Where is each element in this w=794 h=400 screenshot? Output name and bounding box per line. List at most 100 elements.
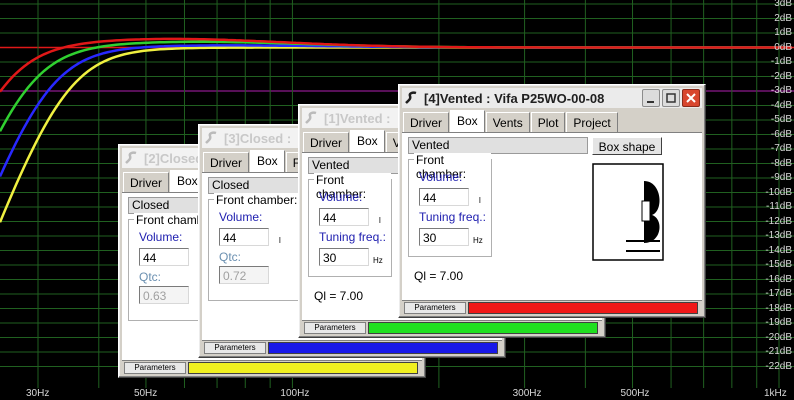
status-bar: Parameters [122, 360, 422, 374]
y-tick-label: -20dB [765, 331, 792, 343]
y-tick-label: -19dB [765, 317, 792, 328]
app-icon [205, 131, 217, 144]
curve-color-bar[interactable] [468, 302, 698, 314]
volume-label: Volume: [419, 170, 463, 184]
y-tick-label: -4dB [770, 99, 792, 111]
x-tick-label: 500Hz [620, 388, 650, 399]
parameters-button[interactable]: Parameters [124, 362, 186, 374]
tab-box[interactable]: Box [250, 150, 285, 173]
volume-input[interactable]: 44 [219, 228, 269, 246]
maximize-icon [666, 93, 676, 103]
tuning-unit: Hz [473, 236, 483, 245]
y-tick-label: -6dB [770, 128, 792, 140]
volume-input[interactable]: 44 [319, 208, 369, 226]
y-tick-label: -22dB [765, 360, 792, 372]
app-icon [405, 91, 417, 104]
x-tick-label: 30Hz [26, 388, 50, 399]
window-title: [3]Closed : [224, 130, 292, 146]
parameters-button[interactable]: Parameters [304, 322, 366, 334]
y-tick-label: -1dB [770, 56, 792, 67]
tuning-label: Tuning freq.: [419, 210, 486, 224]
window-controls [642, 89, 700, 107]
y-tick-label: -7dB [770, 143, 792, 154]
box-shape-field: Vented [408, 137, 588, 154]
minimize-icon [647, 101, 654, 103]
minimize-button[interactable] [642, 89, 660, 107]
volume-input[interactable]: 44 [419, 188, 469, 206]
app-icon [125, 151, 137, 164]
x-tick-label: 300Hz [512, 388, 542, 399]
volume-unit: l [279, 236, 281, 245]
box-shape-diagram [592, 163, 664, 261]
tab-box[interactable]: Box [450, 110, 485, 133]
tuning-input[interactable]: 30 [319, 248, 369, 266]
curve-color-bar[interactable] [188, 362, 418, 374]
y-tick-label: 2dB [774, 12, 792, 24]
qtc-input[interactable]: 0.72 [219, 266, 269, 284]
status-bar: Parameters [402, 300, 702, 314]
window-title: [1]Vented : [324, 110, 391, 126]
y-tick-label: -5dB [770, 114, 792, 125]
close-button[interactable] [682, 89, 700, 107]
group-title: Front chamber: [214, 193, 300, 207]
tab-driver[interactable]: Driver [403, 112, 449, 133]
maximize-button[interactable] [662, 89, 680, 107]
tuning-label: Tuning freq.: [319, 230, 386, 244]
y-tick-label: -2dB [770, 70, 792, 82]
status-bar: Parameters [302, 320, 602, 334]
volume-unit: l [479, 196, 481, 205]
y-tick-label: -8dB [770, 157, 792, 169]
tab-driver[interactable]: Driver [123, 172, 169, 193]
y-tick-label: -15dB [765, 259, 792, 270]
y-tick-label: -10dB [765, 186, 792, 198]
window-4-titlebar[interactable]: [4]Vented : Vifa P25WO-00-08 [402, 88, 702, 108]
status-bar: Parameters [202, 340, 502, 354]
volume-label: Volume: [219, 210, 263, 224]
tab-plot[interactable]: Plot [530, 112, 566, 133]
ql-value: Ql = 7.00 [314, 289, 364, 303]
qtc-input[interactable]: 0.63 [139, 286, 189, 304]
parameters-button[interactable]: Parameters [204, 342, 266, 354]
tab-box[interactable]: Box [350, 130, 385, 153]
x-tick-label: 100Hz [280, 388, 310, 399]
tuning-unit: Hz [373, 256, 383, 265]
front-chamber-group: Front chamber: Volume: 44 l Tuning freq.… [308, 173, 392, 277]
y-tick-label: -17dB [765, 288, 792, 299]
qtc-label: Qtc: [219, 250, 242, 264]
x-tick-label: 1kHz [764, 388, 787, 399]
y-tick-label: -18dB [765, 302, 792, 314]
y-tick-label: -3dB [770, 85, 792, 96]
y-tick-label: -13dB [765, 230, 792, 241]
tab-driver[interactable]: Driver [203, 152, 249, 173]
tuning-input[interactable]: 30 [419, 228, 469, 246]
curve-color-bar[interactable] [368, 322, 598, 334]
y-tick-label: -21dB [765, 346, 792, 357]
x-tick-label: 50Hz [133, 388, 158, 399]
tab-project[interactable]: Project [566, 112, 618, 133]
tab-vents[interactable]: Vents [485, 112, 530, 133]
y-tick-label: 3dB [774, 0, 792, 9]
curve-color-bar[interactable] [268, 342, 498, 354]
front-chamber-group: Front chamber: Volume: 44 l Tuning freq.… [408, 153, 492, 257]
volume-input[interactable]: 44 [139, 248, 189, 266]
volume-unit: l [379, 216, 381, 225]
volume-label: Volume: [139, 230, 183, 244]
window-title: [2]Closed [144, 150, 204, 166]
y-tick-label: 1dB [774, 27, 792, 38]
window-title: [4]Vented : Vifa P25WO-00-08 [424, 90, 605, 106]
y-tick-label: -11dB [766, 201, 792, 212]
parameters-button[interactable]: Parameters [404, 302, 466, 314]
ql-value: Ql = 7.00 [414, 269, 464, 283]
y-tick-label: -16dB [765, 273, 792, 285]
tab-driver[interactable]: Driver [303, 132, 349, 153]
y-tick-label: -14dB [765, 244, 792, 256]
qtc-label: Qtc: [139, 270, 162, 284]
box-shape-button[interactable]: Box shape [592, 137, 662, 155]
app-icon [305, 111, 317, 124]
box-pane: Vented Box shape Front chamber: Volume: … [402, 132, 702, 314]
y-tick-label: -12dB [765, 215, 792, 227]
window-vented-4[interactable]: [4]Vented : Vifa P25WO-00-08 Driver Box … [398, 84, 706, 318]
y-tick-label: 0dB [774, 41, 792, 53]
close-icon [686, 93, 696, 103]
y-tick-label: -9dB [770, 172, 792, 183]
